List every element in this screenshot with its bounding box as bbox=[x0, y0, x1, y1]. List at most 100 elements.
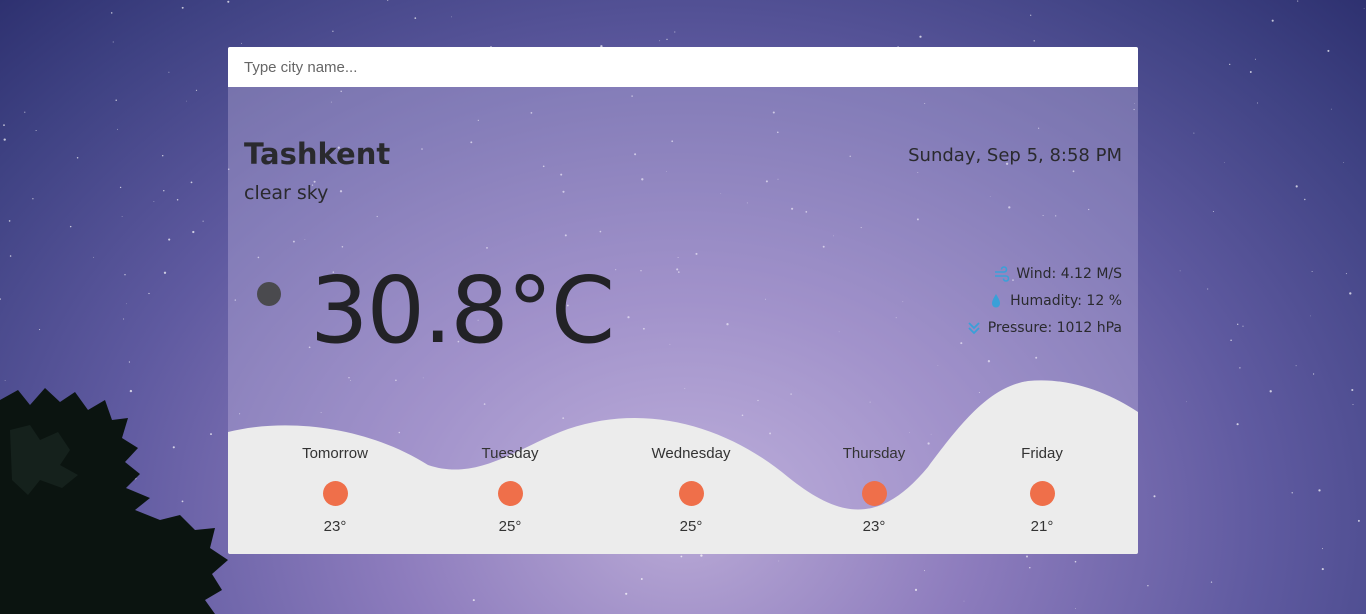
star bbox=[451, 16, 452, 18]
star bbox=[153, 201, 155, 202]
star bbox=[1029, 567, 1031, 569]
star bbox=[110, 12, 113, 14]
city-search-input[interactable] bbox=[228, 47, 1138, 87]
star bbox=[202, 220, 204, 222]
star bbox=[1223, 162, 1225, 163]
star bbox=[919, 35, 922, 38]
forecast-day-name: Friday bbox=[1021, 445, 1063, 462]
star bbox=[1153, 495, 1156, 498]
star bbox=[1026, 555, 1028, 558]
star bbox=[1075, 608, 1076, 609]
forecast-day: Friday 21° bbox=[972, 445, 1112, 535]
star bbox=[914, 588, 918, 591]
star bbox=[1291, 492, 1293, 494]
star bbox=[1311, 271, 1313, 272]
star bbox=[625, 592, 628, 595]
star bbox=[924, 570, 926, 572]
weather-details: Wind: 4.12 M/S Humadity: 12 % Pressure: … bbox=[966, 260, 1122, 341]
forecast-temp: 25° bbox=[498, 518, 522, 535]
star bbox=[112, 41, 114, 43]
star bbox=[659, 40, 661, 42]
star bbox=[126, 303, 127, 305]
forecast-day: Tuesday 25° bbox=[440, 445, 580, 535]
weather-card: Tashkent clear sky Sunday, Sep 5, 8:58 P… bbox=[228, 47, 1138, 554]
star bbox=[1249, 71, 1252, 73]
wind-icon bbox=[995, 265, 1010, 282]
star bbox=[1321, 548, 1324, 550]
star bbox=[332, 30, 334, 32]
star bbox=[32, 198, 34, 200]
star bbox=[1271, 19, 1274, 22]
star bbox=[1343, 162, 1345, 163]
star bbox=[1074, 560, 1077, 563]
sun-icon bbox=[497, 481, 523, 506]
wind-detail: Wind: 4.12 M/S bbox=[966, 260, 1122, 287]
star bbox=[8, 220, 11, 222]
star bbox=[76, 156, 79, 159]
pressure-detail: Pressure: 1012 hPa bbox=[966, 314, 1122, 341]
star bbox=[1352, 404, 1354, 405]
star bbox=[1229, 63, 1231, 66]
star bbox=[1345, 273, 1347, 275]
star bbox=[1257, 102, 1259, 104]
moon-clear-icon bbox=[257, 282, 281, 306]
star bbox=[1230, 339, 1232, 342]
star bbox=[1212, 210, 1214, 213]
star bbox=[386, 0, 389, 1]
star bbox=[168, 238, 171, 241]
star bbox=[1242, 325, 1244, 327]
star bbox=[1179, 270, 1181, 272]
star bbox=[186, 100, 187, 102]
pressure-chevron-icon bbox=[968, 321, 980, 334]
star bbox=[1186, 401, 1188, 403]
star bbox=[227, 0, 230, 3]
star bbox=[117, 128, 119, 130]
sun-icon bbox=[322, 481, 348, 506]
sun-icon bbox=[678, 481, 704, 506]
star bbox=[192, 230, 195, 234]
star bbox=[1193, 132, 1195, 134]
star bbox=[1236, 423, 1239, 426]
forecast-day-name: Thursday bbox=[842, 445, 906, 462]
sun-icon bbox=[861, 481, 887, 506]
pressure-value: Pressure: 1012 hPa bbox=[987, 319, 1122, 336]
current-temperature: 30.8°C bbox=[310, 257, 615, 364]
star bbox=[121, 216, 123, 217]
star bbox=[1269, 390, 1272, 393]
star bbox=[1327, 49, 1330, 52]
star bbox=[1363, 8, 1365, 10]
star bbox=[1318, 489, 1321, 492]
humidity-value: Humadity: 12 % bbox=[1010, 292, 1122, 309]
star bbox=[24, 111, 26, 113]
star bbox=[1349, 292, 1352, 295]
star bbox=[168, 71, 170, 73]
star bbox=[778, 560, 780, 562]
forecast-day: Tomorrow 23° bbox=[265, 445, 405, 535]
star bbox=[1304, 198, 1306, 201]
star bbox=[128, 361, 130, 363]
star bbox=[9, 255, 12, 257]
star bbox=[148, 292, 150, 295]
forecast-day-name: Tomorrow bbox=[302, 445, 368, 462]
star bbox=[1351, 388, 1354, 392]
star bbox=[69, 225, 72, 228]
forecast-list: Tomorrow 23° Tuesday 25° Wednesday 25° T… bbox=[228, 445, 1138, 545]
star bbox=[190, 181, 193, 184]
star bbox=[674, 31, 676, 33]
star bbox=[472, 599, 475, 602]
sun-icon bbox=[1029, 481, 1055, 506]
star bbox=[1207, 288, 1209, 290]
forecast-day: Wednesday 25° bbox=[621, 445, 761, 535]
star bbox=[163, 190, 165, 192]
weather-description: clear sky bbox=[244, 182, 329, 204]
star bbox=[163, 271, 167, 274]
forecast-day: Thursday 23° bbox=[804, 445, 944, 535]
star bbox=[161, 154, 164, 157]
star bbox=[700, 554, 703, 557]
star bbox=[963, 600, 965, 602]
tree-silhouette bbox=[0, 388, 228, 614]
star bbox=[1295, 365, 1297, 367]
forecast-temp: 23° bbox=[862, 518, 886, 535]
droplet-icon bbox=[992, 293, 1001, 307]
star bbox=[1357, 519, 1360, 522]
